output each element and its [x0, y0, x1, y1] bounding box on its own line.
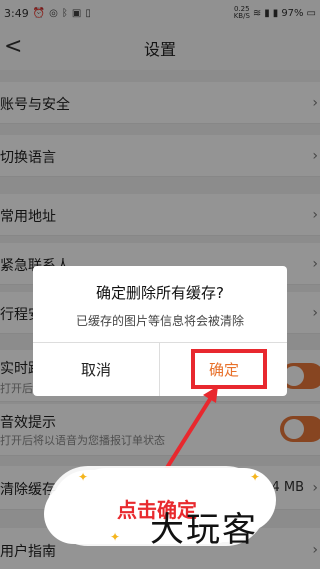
sparkle-icon: ✦ — [110, 530, 121, 544]
watermark: 大玩客 — [150, 510, 258, 550]
sparkle-icon: ✦ — [78, 470, 89, 484]
sparkle-icon: ✦ — [250, 470, 261, 484]
